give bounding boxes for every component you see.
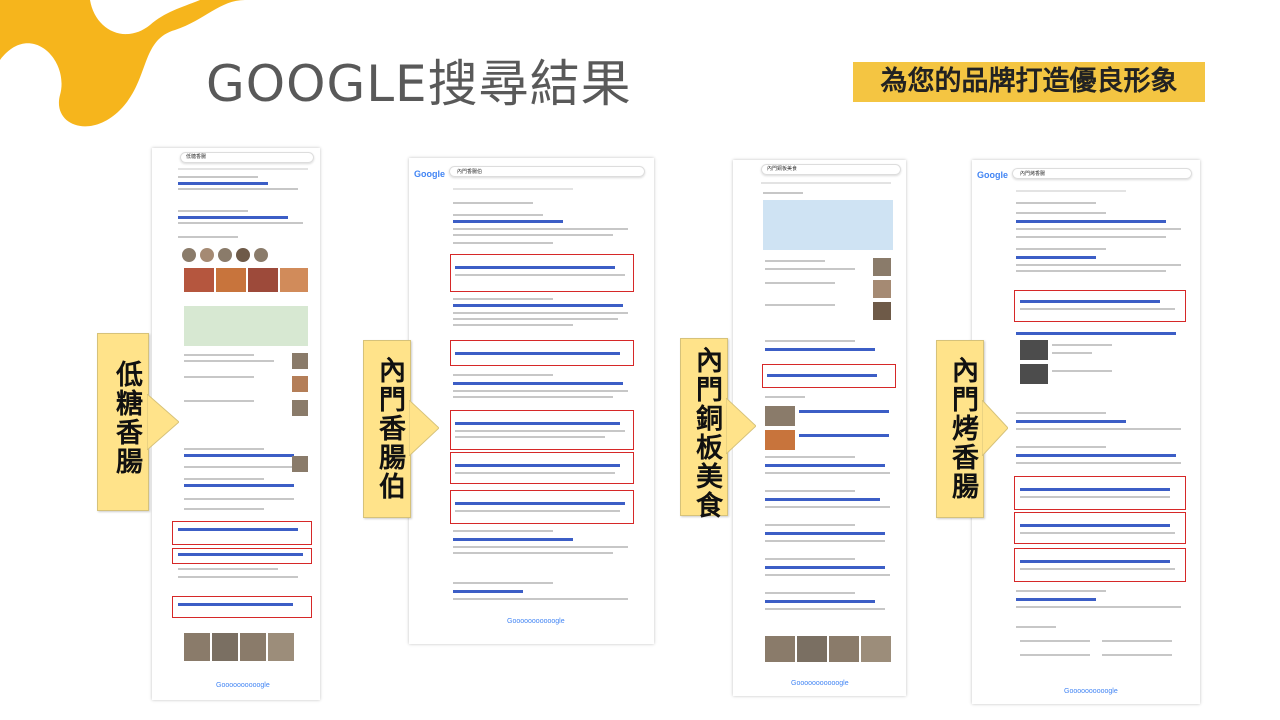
search-screenshot-2: Google 內門香腸伯 Gooooooooooogle bbox=[409, 158, 654, 644]
keyword-label-2-text: 內門香腸伯 bbox=[374, 356, 405, 501]
pagination: Gooooooooooogle bbox=[791, 680, 849, 687]
page-title: GOOGLE搜尋結果 bbox=[206, 55, 632, 113]
pagination: Goooooooooogle bbox=[1064, 688, 1118, 695]
highlighted-result bbox=[1014, 290, 1186, 322]
map-thumbnail bbox=[184, 306, 308, 346]
keyword-label-3-text: 內門銅板美食 bbox=[691, 346, 722, 520]
highlighted-result bbox=[172, 596, 312, 618]
keyword-label-1-text: 低糖香腸 bbox=[111, 360, 142, 476]
tagline-banner: 為您的品牌打造優良形象 bbox=[853, 62, 1205, 102]
highlighted-result bbox=[1014, 512, 1186, 544]
map-thumbnail bbox=[763, 200, 893, 250]
search-query: 內門香腸伯 bbox=[457, 169, 483, 175]
search-screenshot-3: 內門銅板美食 Gooooooooooogle bbox=[733, 160, 906, 696]
search-query: 內門銅板美食 bbox=[767, 166, 798, 172]
highlighted-result bbox=[450, 490, 634, 524]
highlighted-result bbox=[450, 452, 634, 484]
highlighted-result bbox=[450, 254, 634, 292]
google-logo: Google bbox=[414, 169, 445, 179]
highlighted-result bbox=[172, 548, 312, 564]
search-query: 內門烤香腸 bbox=[1020, 171, 1046, 177]
pagination: Gooooooooooogle bbox=[507, 618, 565, 625]
keyword-label-4-text: 內門烤香腸 bbox=[947, 356, 978, 501]
highlighted-result bbox=[1014, 548, 1186, 582]
arrow-right-icon bbox=[409, 400, 439, 456]
highlighted-result bbox=[172, 521, 312, 545]
google-logo: Google bbox=[977, 170, 1008, 180]
arrow-right-icon bbox=[726, 398, 756, 454]
highlighted-result bbox=[1014, 476, 1186, 510]
search-query: 低糖香腸 bbox=[186, 154, 207, 160]
pagination: Goooooooooogle bbox=[216, 682, 270, 689]
arrow-right-icon bbox=[147, 394, 179, 450]
arrow-right-icon bbox=[982, 400, 1008, 456]
